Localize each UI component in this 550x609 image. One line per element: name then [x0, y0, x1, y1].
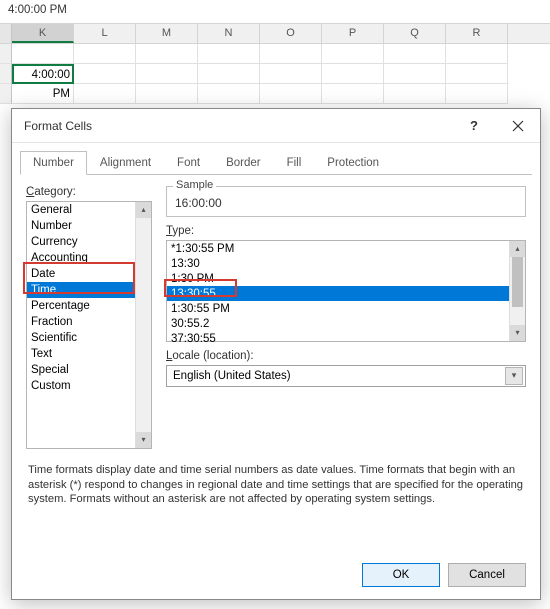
scroll-up-icon[interactable]: ▴: [510, 241, 525, 257]
col-N[interactable]: N: [198, 24, 260, 43]
col-Q[interactable]: Q: [384, 24, 446, 43]
format-cells-dialog: Format Cells ? Number Alignment Font Bor…: [11, 108, 541, 600]
type-option[interactable]: *1:30:55 PM: [167, 241, 509, 256]
scroll-thumb[interactable]: [512, 257, 523, 307]
col-L[interactable]: L: [74, 24, 136, 43]
cat-currency[interactable]: Currency: [27, 234, 135, 250]
tab-bar: Number Alignment Font Border Fill Protec…: [12, 143, 540, 175]
locale-select[interactable]: English (United States) ▾: [166, 365, 526, 387]
col-P[interactable]: P: [322, 24, 384, 43]
locale-value: English (United States): [173, 370, 505, 382]
dialog-title: Format Cells: [24, 119, 452, 133]
selectall-corner[interactable]: [0, 24, 12, 43]
cat-date[interactable]: Date: [27, 266, 135, 282]
cat-percentage[interactable]: Percentage: [27, 298, 135, 314]
formula-value: 4:00:00 PM: [8, 4, 67, 16]
cat-text[interactable]: Text: [27, 346, 135, 362]
sample-label: Sample: [173, 179, 216, 191]
col-O[interactable]: O: [260, 24, 322, 43]
cat-special[interactable]: Special: [27, 362, 135, 378]
active-cell[interactable]: 4:00:00 PM: [12, 64, 74, 84]
tab-font[interactable]: Font: [164, 151, 213, 175]
close-button[interactable]: [496, 109, 540, 143]
cancel-button[interactable]: Cancel: [448, 563, 526, 587]
sample-box: Sample 16:00:00: [166, 186, 526, 217]
column-headers: K L M N O P Q R: [0, 24, 550, 44]
type-scrollbar[interactable]: ▴ ▾: [509, 241, 525, 341]
scroll-up-icon[interactable]: ▴: [136, 202, 151, 218]
cat-accounting[interactable]: Accounting: [27, 250, 135, 266]
sample-value: 16:00:00: [175, 190, 517, 210]
format-description: Time formats display date and time seria…: [12, 449, 540, 507]
cat-time[interactable]: Time: [27, 282, 135, 298]
type-label: Type:: [166, 225, 526, 237]
type-option[interactable]: 37:30:55: [167, 331, 509, 346]
col-R[interactable]: R: [446, 24, 508, 43]
scroll-down-icon[interactable]: ▾: [510, 325, 525, 341]
tab-alignment[interactable]: Alignment: [87, 151, 164, 175]
formula-bar[interactable]: 4:00:00 PM: [0, 0, 550, 24]
cat-number[interactable]: Number: [27, 218, 135, 234]
type-option[interactable]: 1:30 PM: [167, 271, 509, 286]
grid[interactable]: 4:00:00 PM: [0, 44, 550, 104]
cat-fraction[interactable]: Fraction: [27, 314, 135, 330]
tab-border[interactable]: Border: [213, 151, 274, 175]
type-option-selected[interactable]: 13:30:55: [167, 286, 509, 301]
ok-button[interactable]: OK: [362, 563, 440, 587]
type-option[interactable]: 30:55.2: [167, 316, 509, 331]
scroll-down-icon[interactable]: ▾: [136, 432, 151, 448]
category-list[interactable]: General Number Currency Accounting Date …: [26, 201, 152, 449]
type-option[interactable]: 1:30:55 PM: [167, 301, 509, 316]
help-button[interactable]: ?: [452, 109, 496, 143]
tab-number[interactable]: Number: [20, 151, 87, 175]
type-option[interactable]: 13:30: [167, 256, 509, 271]
locale-label: Locale (location):: [166, 350, 526, 362]
close-icon: [512, 120, 524, 132]
category-scrollbar[interactable]: ▴ ▾: [135, 202, 151, 448]
category-label: Category:: [26, 186, 152, 198]
type-list[interactable]: *1:30:55 PM 13:30 1:30 PM 13:30:55 1:30:…: [166, 240, 526, 342]
col-K[interactable]: K: [12, 24, 74, 43]
titlebar[interactable]: Format Cells ?: [12, 109, 540, 143]
col-M[interactable]: M: [136, 24, 198, 43]
tab-fill[interactable]: Fill: [274, 151, 315, 175]
chevron-down-icon[interactable]: ▾: [505, 367, 523, 385]
tab-protection[interactable]: Protection: [314, 151, 392, 175]
cat-scientific[interactable]: Scientific: [27, 330, 135, 346]
cat-general[interactable]: General: [27, 202, 135, 218]
cat-custom[interactable]: Custom: [27, 378, 135, 394]
